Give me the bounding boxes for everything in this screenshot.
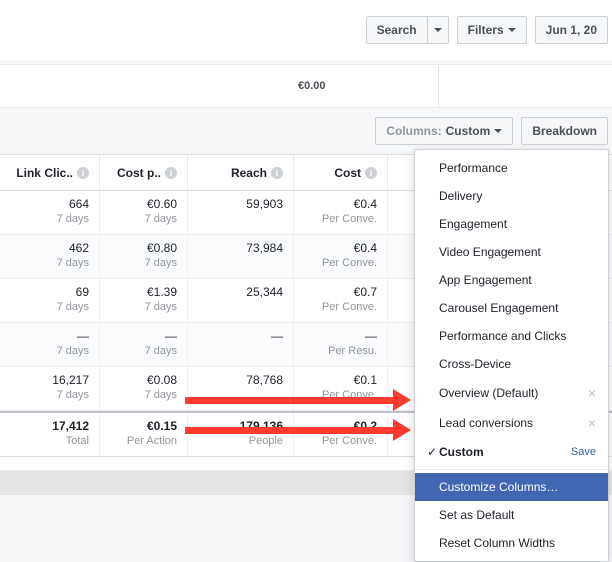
menu-item-custom[interactable]: ✓CustomSave (415, 438, 608, 466)
menu-item-carousel-engagement[interactable]: Carousel Engagement (415, 294, 608, 322)
menu-separator (415, 469, 608, 470)
menu-item-video-engagement[interactable]: Video Engagement (415, 238, 608, 266)
columns-dropdown-menu: Performance Delivery Engagement Video En… (414, 149, 609, 562)
info-icon[interactable]: i (365, 167, 377, 179)
close-icon[interactable]: × (588, 385, 596, 401)
info-icon[interactable]: i (271, 167, 283, 179)
col-header-cost[interactable]: Costi (294, 155, 388, 190)
col-header-link-clicks[interactable]: Link Clic..i (0, 155, 100, 190)
menu-item-lead-conversions[interactable]: Lead conversions× (415, 408, 608, 438)
info-icon[interactable]: i (165, 167, 177, 179)
caret-down-icon (434, 28, 442, 32)
search-button[interactable]: Search (366, 16, 427, 44)
menu-item-reset-widths[interactable]: Reset Column Widths (415, 529, 608, 557)
caret-down-icon (508, 28, 516, 32)
breakdown-label: Breakdown (532, 124, 597, 138)
menu-item-engagement[interactable]: Engagement (415, 210, 608, 238)
menu-item-overview-default[interactable]: Overview (Default)× (415, 378, 608, 408)
summary-value: €0.00 (298, 80, 326, 92)
columns-button[interactable]: Columns: Custom (375, 117, 513, 145)
columns-label: Columns: (386, 124, 441, 138)
col-header-cost-per[interactable]: Cost p..i (100, 155, 188, 190)
check-icon: ✓ (427, 445, 439, 459)
filters-button[interactable]: Filters (457, 16, 527, 44)
menu-item-performance-clicks[interactable]: Performance and Clicks (415, 322, 608, 350)
col-header-reach[interactable]: Reachi (188, 155, 294, 190)
menu-item-delivery[interactable]: Delivery (415, 182, 608, 210)
top-toolbar: Search Filters Jun 1, 20 (0, 0, 612, 60)
summary-bar: €0.00 (0, 64, 612, 108)
menu-item-customize-columns[interactable]: Customize Columns… (415, 473, 608, 501)
table-toolbar: Columns: Custom Breakdown (0, 108, 612, 154)
info-icon[interactable]: i (77, 167, 89, 179)
columns-value: Custom (446, 124, 491, 138)
caret-down-icon (494, 129, 502, 133)
save-link[interactable]: Save (571, 446, 596, 458)
menu-item-performance[interactable]: Performance (415, 154, 608, 182)
search-dropdown-toggle[interactable] (427, 16, 449, 44)
search-button-group: Search (366, 16, 449, 44)
filters-label: Filters (468, 23, 504, 37)
menu-item-set-default[interactable]: Set as Default (415, 501, 608, 529)
divider (438, 65, 439, 107)
breakdown-button[interactable]: Breakdown (521, 117, 608, 145)
close-icon[interactable]: × (588, 415, 596, 431)
date-range-button[interactable]: Jun 1, 20 (535, 16, 608, 44)
menu-item-cross-device[interactable]: Cross-Device (415, 350, 608, 378)
menu-item-app-engagement[interactable]: App Engagement (415, 266, 608, 294)
